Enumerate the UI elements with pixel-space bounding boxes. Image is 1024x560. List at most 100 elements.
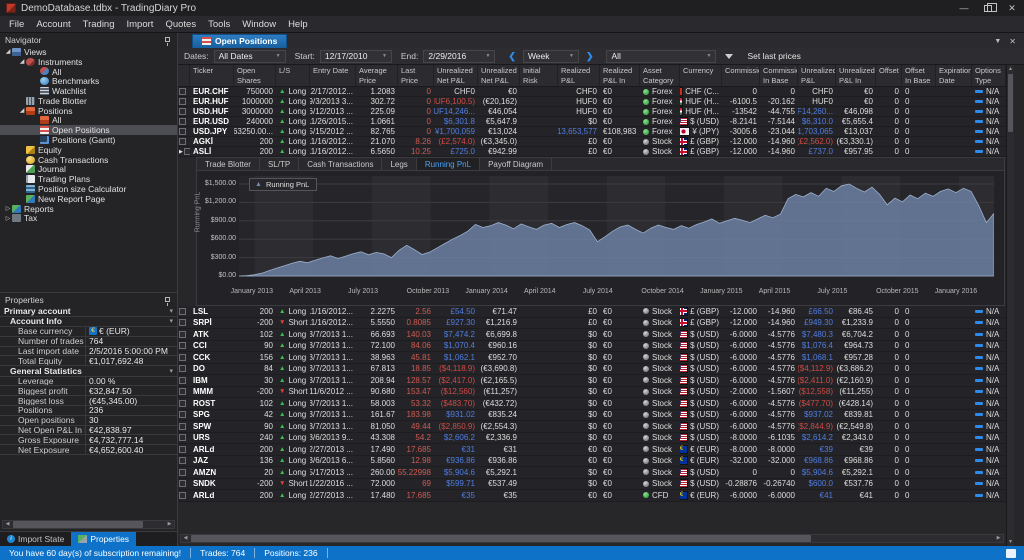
cell-unplbase[interactable]: €5,647.9 xyxy=(478,117,520,126)
cell-upl[interactable]: £66.50 xyxy=(798,306,836,317)
cell-upl[interactable]: ($2,844.9) xyxy=(798,421,836,432)
cell-rplbase[interactable]: €0 xyxy=(600,147,640,156)
tab-open-positions[interactable]: Open Positions xyxy=(192,34,288,48)
cell-ls[interactable]: ▲ Long xyxy=(276,329,310,340)
menu-item-trading[interactable]: Trading xyxy=(77,18,121,31)
cell-currency[interactable]: £ (GBP) xyxy=(680,318,722,329)
cell-ls[interactable]: ▲ Long xyxy=(276,147,310,156)
cell-ticker[interactable]: SPW xyxy=(190,421,234,432)
cell-expdate[interactable] xyxy=(936,398,972,409)
cell-rplbase[interactable]: €0 xyxy=(600,87,640,96)
cell-commbase[interactable]: -14.960 xyxy=(760,318,798,329)
close-tab-icon[interactable]: ✕ xyxy=(1009,37,1016,46)
cell-offset[interactable]: 0 xyxy=(876,87,902,96)
cell-expdate[interactable] xyxy=(936,364,972,375)
cell-initialrisk[interactable] xyxy=(520,117,558,126)
cell-rplbase[interactable]: €0 xyxy=(600,117,640,126)
cell-entry[interactable]: 3/7/2013 1... xyxy=(310,410,356,421)
cell-comm[interactable]: -6.0000 xyxy=(722,329,760,340)
cell-upl[interactable]: $5,904.6 xyxy=(798,467,836,478)
cell-optionstype[interactable]: N/A xyxy=(972,117,1006,126)
cell-ticker[interactable]: AMZN xyxy=(190,467,234,478)
cell-avg[interactable]: 67.813 xyxy=(356,364,398,375)
sidebar-tab-import-state[interactable]: i Import State xyxy=(0,532,71,546)
cell-unpl[interactable]: $1,070.4 xyxy=(434,341,478,352)
cell-shares[interactable]: 102 xyxy=(234,329,276,340)
sidebar-item-tax[interactable]: ▷ Tax xyxy=(0,213,177,223)
cell-comm[interactable]: -6100.5 xyxy=(722,97,760,106)
cell-rplbase[interactable]: €0 xyxy=(600,479,640,490)
cell-offsetbase[interactable]: 0 xyxy=(902,444,936,455)
cell-offset[interactable]: 0 xyxy=(876,329,902,340)
tree-expander-icon[interactable]: ▷ xyxy=(4,205,12,212)
cell-asset[interactable]: Stock xyxy=(640,433,680,444)
cell-unpl[interactable]: $6,301.8 xyxy=(434,117,478,126)
cell-unplbase[interactable]: €31 xyxy=(478,444,520,455)
cell-uplbase[interactable]: €6,704.2 xyxy=(836,329,876,340)
row-expander-icon[interactable] xyxy=(179,422,186,430)
cell-avg[interactable]: 72.000 xyxy=(356,479,398,490)
cell-asset[interactable]: Stock xyxy=(640,352,680,363)
cell-unplbase[interactable]: €942.99 xyxy=(478,147,520,156)
cell-last[interactable]: 12.98 xyxy=(398,456,434,467)
cell-uplbase[interactable]: €839.81 xyxy=(836,410,876,421)
cell-offsetbase[interactable]: 0 xyxy=(902,387,936,398)
cell-upl[interactable]: $7,480.3 xyxy=(798,329,836,340)
cell-unplbase[interactable]: €5,292.1 xyxy=(478,467,520,478)
cell-entry[interactable]: 5/17/2013 ... xyxy=(310,467,356,478)
cell-ticker[interactable]: ASLİ xyxy=(190,147,234,156)
cell-initialrisk[interactable] xyxy=(520,421,558,432)
cell-expdate[interactable] xyxy=(936,341,972,352)
cell-rpl[interactable]: $0 xyxy=(558,387,600,398)
cell-last[interactable]: 0 xyxy=(398,87,434,96)
column-header-currency[interactable]: Currency xyxy=(680,65,722,86)
cell-optionstype[interactable]: N/A xyxy=(972,479,1006,490)
cell-entry[interactable]: 11/16/2012... xyxy=(310,137,356,146)
cell-expdate[interactable] xyxy=(936,479,972,490)
cell-uplbase[interactable]: €13,037 xyxy=(836,127,876,136)
column-header-rpl[interactable]: Realized P&L xyxy=(558,65,600,86)
cell-offset[interactable]: 0 xyxy=(876,107,902,116)
cell-commbase[interactable]: -7.5144 xyxy=(760,117,798,126)
cell-avg[interactable]: 21.070 xyxy=(356,137,398,146)
detail-tab-trade-blotter[interactable]: Trade Blotter xyxy=(197,158,260,170)
cell-asset[interactable]: Stock xyxy=(640,329,680,340)
cell-commbase[interactable]: -8.0000 xyxy=(760,444,798,455)
cell-expdate[interactable] xyxy=(936,467,972,478)
cell-ticker[interactable]: EUR.HUF xyxy=(190,97,234,106)
cell-avg[interactable]: 2.2275 xyxy=(356,306,398,317)
row-expander-icon[interactable] xyxy=(179,342,186,350)
cell-comm[interactable]: -32.000 xyxy=(722,456,760,467)
cell-expdate[interactable] xyxy=(936,410,972,421)
cell-unpl[interactable]: (HUF6,100.5) xyxy=(434,97,478,106)
table-vertical-scrollbar[interactable]: ▲ ▼ xyxy=(1006,65,1014,546)
cell-comm[interactable]: -12.000 xyxy=(722,306,760,317)
scroll-right-arrow[interactable]: ▶ xyxy=(165,521,174,528)
column-header-upl[interactable]: Unrealized P&L xyxy=(798,65,836,86)
cell-ticker[interactable]: SNDK xyxy=(190,479,234,490)
table-row-spw[interactable]: SPW 90 ▲ Long 3/7/2013 1... 81.050 49.44 ($2,85… xyxy=(178,421,1006,433)
cell-comm[interactable]: -8.0000 xyxy=(722,444,760,455)
cell-unpl[interactable]: HUF14,246... xyxy=(434,107,478,116)
cell-uplbase[interactable]: €0 xyxy=(836,97,876,106)
cell-shares[interactable]: 20 xyxy=(234,467,276,478)
cell-offsetbase[interactable]: 0 xyxy=(902,352,936,363)
cell-optionstype[interactable]: N/A xyxy=(972,433,1006,444)
cell-upl[interactable]: (£2,562.0) xyxy=(798,137,836,146)
pin-icon[interactable] xyxy=(165,297,170,306)
cell-offsetbase[interactable]: 0 xyxy=(902,421,936,432)
cell-ticker[interactable]: SPG xyxy=(190,410,234,421)
cell-offsetbase[interactable]: 0 xyxy=(902,364,936,375)
menu-item-import[interactable]: Import xyxy=(121,18,160,31)
cell-rpl[interactable]: CHF0 xyxy=(558,87,600,96)
cell-uplbase[interactable]: (€3,330.1) xyxy=(836,137,876,146)
cell-rpl[interactable]: £0 xyxy=(558,318,600,329)
cell-rpl[interactable]: £0 xyxy=(558,306,600,317)
row-expander-icon[interactable] xyxy=(179,411,186,419)
cell-unplbase[interactable]: €952.70 xyxy=(478,352,520,363)
cell-comm[interactable]: -6.0000 xyxy=(722,490,760,501)
cell-rplbase[interactable]: €0 xyxy=(600,456,640,467)
table-row-ibm[interactable]: IBM 30 ▲ Long 3/7/2013 1... 208.94 128.57 ($2,4… xyxy=(178,375,1006,387)
cell-offset[interactable]: 0 xyxy=(876,306,902,317)
cell-avg[interactable]: 161.67 xyxy=(356,410,398,421)
